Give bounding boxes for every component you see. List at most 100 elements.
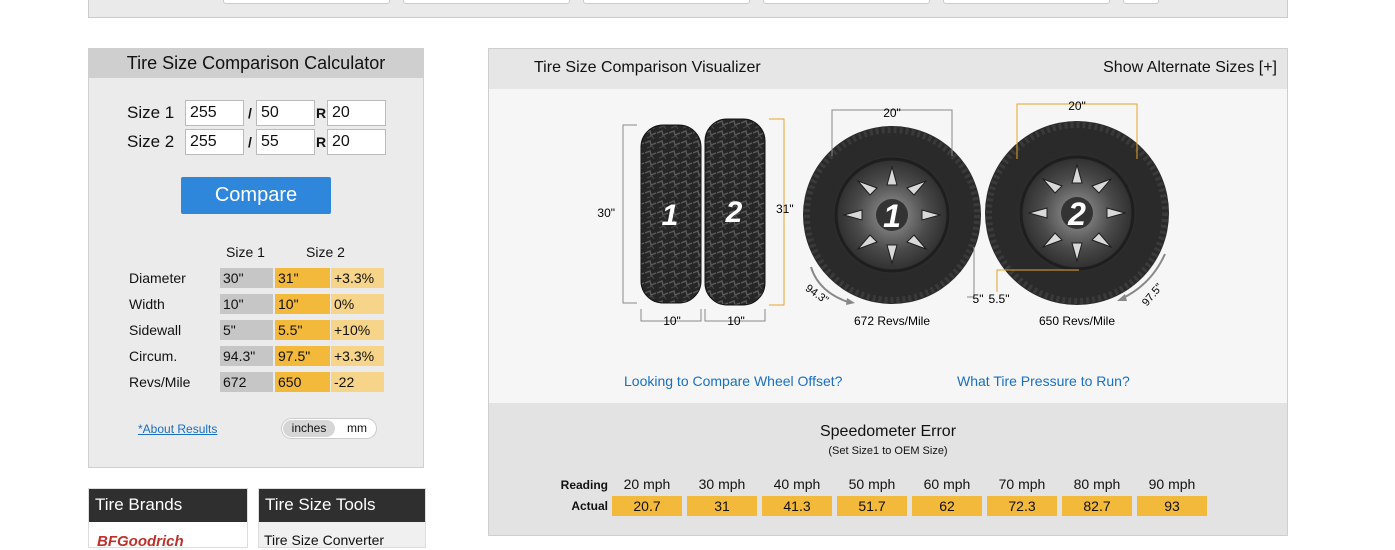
rim-separator: R: [315, 134, 327, 150]
visualizer-panel: Tire Size Comparison Visualizer Show Alt…: [488, 48, 1288, 536]
tire2-tread-number: 2: [725, 196, 743, 229]
result-diff: +10%: [331, 319, 384, 340]
size2-label: Size 2: [127, 132, 175, 151]
about-results-link[interactable]: *About Results: [138, 422, 217, 436]
result-size2: 5.5": [275, 319, 330, 340]
tire-brands-box: Tire Brands BFGoodrich: [88, 488, 248, 550]
rim-separator: R: [315, 105, 327, 121]
tire1-height-label: 30": [597, 206, 615, 220]
reading-value: 80 mph: [1073, 476, 1121, 492]
tire-pressure-link[interactable]: What Tire Pressure to Run?: [957, 373, 1130, 389]
wheel2-number: 2: [1067, 196, 1086, 232]
slash-separator: /: [248, 105, 252, 121]
actual-value: 20.7: [612, 496, 682, 516]
result-diff: -22: [331, 371, 384, 392]
actual-value: 41.3: [762, 496, 832, 516]
visualizer-title: Tire Size Comparison Visualizer: [534, 59, 761, 76]
result-row-sidewall: Sidewall 5" 5.5" +10%: [129, 319, 384, 340]
slash-separator: /: [248, 134, 252, 150]
result-size1: 94.3": [220, 345, 273, 366]
tire1-tread-view: 1: [640, 124, 702, 304]
unit-toggle[interactable]: inches mm: [281, 418, 377, 439]
compare-wheel-offset-link[interactable]: Looking to Compare Wheel Offset?: [624, 373, 842, 389]
wheel1-revs-label: 672 Revs/Mile: [854, 314, 930, 328]
wheel1-circumference-label: 94.3": [803, 282, 831, 306]
tire-size-tools-box: Tire Size Tools Tire Size Converter: [258, 488, 426, 548]
top-nav-tab[interactable]: [943, 0, 1110, 4]
tire2-width-label: 10": [727, 314, 745, 328]
unit-mm-option[interactable]: mm: [338, 420, 376, 437]
actual-value: 72.3: [987, 496, 1057, 516]
wheel2-side-view: 2: [985, 121, 1169, 305]
results-col2-header: Size 2: [306, 244, 345, 260]
calculator-panel: Tire Size Comparison Calculator Size 1 2…: [88, 48, 424, 468]
tire1-tread-number: 1: [662, 199, 679, 232]
result-diff: +3.3%: [331, 345, 384, 366]
compare-button[interactable]: Compare: [181, 177, 331, 214]
result-size2: 650: [275, 371, 330, 392]
wheel2-revs-label: 650 Revs/Mile: [1039, 314, 1115, 328]
visualizer-header: Tire Size Comparison Visualizer Show Alt…: [489, 49, 1287, 89]
size1-aspect-input[interactable]: 50: [256, 100, 315, 126]
size1-row: Size 1 255 / 50 R 20: [127, 100, 386, 126]
brand-logo-bfgoodrich[interactable]: BFGoodrich: [97, 533, 184, 550]
wheel1-rim-label: 20": [883, 106, 901, 120]
tire1-width-label: 10": [663, 314, 681, 328]
tire-brands-title: Tire Brands: [89, 489, 247, 522]
result-size1: 30": [220, 267, 273, 288]
result-label: Diameter: [129, 269, 186, 286]
actual-value: 82.7: [1062, 496, 1132, 516]
actual-label: Actual: [571, 499, 608, 513]
size2-row: Size 2 255 / 55 R 20: [127, 129, 386, 155]
result-size2: 31": [275, 267, 330, 288]
wheel1-number: 1: [883, 198, 901, 234]
result-diff: 0%: [331, 293, 384, 314]
result-label: Width: [129, 295, 165, 312]
tire2-tread-view: 2: [704, 118, 766, 306]
reading-value: 70 mph: [998, 476, 1046, 492]
result-size2: 97.5": [275, 345, 330, 366]
reading-value: 60 mph: [923, 476, 971, 492]
result-label: Circum.: [129, 347, 178, 364]
actual-value: 31: [687, 496, 757, 516]
actual-value: 93: [1137, 496, 1207, 516]
tire-diagram: 1 2 30" 31" 10" 10" 1 20" 5" 94.3" 672 R…: [597, 99, 1169, 328]
result-label: Sidewall: [129, 321, 182, 338]
show-alternate-sizes-link[interactable]: Show Alternate Sizes [+]: [1103, 59, 1277, 77]
result-size1: 10": [220, 293, 273, 314]
wheel1-side-view: 1: [803, 126, 981, 304]
result-row-diameter: Diameter 30" 31" +3.3%: [129, 267, 384, 288]
tool-link[interactable]: Tire Size Converter: [264, 532, 384, 548]
results-col1-header: Size 1: [226, 244, 265, 260]
result-row-circumference: Circum. 94.3" 97.5" +3.3%: [129, 345, 384, 366]
reading-value: 20 mph: [623, 476, 671, 492]
wheel2-rim-label: 20": [1068, 99, 1086, 113]
speedometer-title: Speedometer Error: [819, 423, 957, 440]
speedometer-error-section: Speedometer Error (Set Size1 to OEM Size…: [489, 403, 1287, 535]
size2-width-input[interactable]: 255: [185, 129, 244, 155]
result-size1: 672: [220, 371, 273, 392]
result-row-revs-per-mile: Revs/Mile 672 650 -22: [129, 371, 384, 392]
reading-value: 50 mph: [848, 476, 896, 492]
unit-inches-option[interactable]: inches: [283, 420, 335, 437]
reading-value: 90 mph: [1148, 476, 1196, 492]
visualizer-canvas: 1 2 30" 31" 10" 10" 1 20" 5" 94.3" 672 R…: [489, 89, 1287, 403]
top-nav-tab[interactable]: [223, 0, 390, 4]
top-nav-tab[interactable]: [1123, 0, 1159, 4]
result-label: Revs/Mile: [129, 373, 191, 390]
reading-value: 30 mph: [698, 476, 746, 492]
actual-value: 51.7: [837, 496, 907, 516]
size1-width-input[interactable]: 255: [185, 100, 244, 126]
top-nav-tab[interactable]: [583, 0, 750, 4]
calculator-title: Tire Size Comparison Calculator: [89, 49, 423, 78]
size1-rim-input[interactable]: 20: [327, 100, 386, 126]
result-row-width: Width 10" 10" 0%: [129, 293, 384, 314]
speedometer-subtitle: (Set Size1 to OEM Size): [828, 445, 948, 457]
size2-aspect-input[interactable]: 55: [256, 129, 315, 155]
size2-rim-input[interactable]: 20: [327, 129, 386, 155]
top-nav-tab[interactable]: [403, 0, 570, 4]
top-nav-tab[interactable]: [763, 0, 930, 4]
wheel2-circumference-label: 97.5": [1140, 281, 1166, 308]
reading-label: Reading: [560, 478, 608, 492]
result-size1: 5": [220, 319, 273, 340]
